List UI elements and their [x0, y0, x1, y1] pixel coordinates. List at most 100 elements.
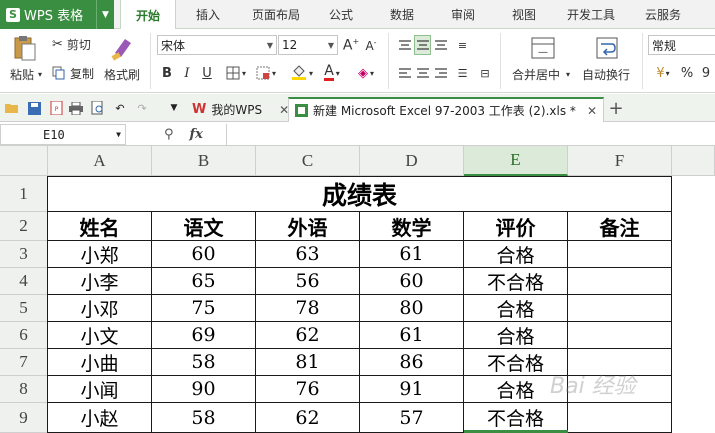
- format-painter-label[interactable]: 格式刷: [104, 66, 140, 83]
- data-cell[interactable]: [568, 268, 672, 295]
- save-icon[interactable]: [26, 100, 42, 116]
- data-cell[interactable]: 小曲: [48, 349, 152, 376]
- row-header-5[interactable]: 5: [0, 295, 48, 322]
- data-cell[interactable]: 86: [360, 349, 464, 376]
- paste-button[interactable]: [6, 33, 44, 63]
- menu-tab-5[interactable]: 审阅: [435, 0, 491, 29]
- data-cell[interactable]: 69: [152, 322, 256, 349]
- tab-workbook[interactable]: 新建 Microsoft Excel 97-2003 工作表 (2).xls *…: [288, 97, 604, 122]
- wrap-text-label[interactable]: 自动换行: [582, 66, 630, 83]
- menu-tab-3[interactable]: 公式: [313, 0, 369, 29]
- data-cell[interactable]: [568, 241, 672, 268]
- row-header-9[interactable]: 9: [0, 403, 48, 433]
- cell-style-button[interactable]: ▾: [252, 63, 280, 83]
- print-icon[interactable]: [68, 100, 84, 116]
- column-header-b[interactable]: B: [152, 146, 256, 176]
- data-cell[interactable]: 合格: [464, 241, 568, 268]
- paste-label[interactable]: 粘贴: [10, 66, 34, 83]
- new-tab-button[interactable]: +: [608, 98, 624, 119]
- header-cell[interactable]: 评价: [464, 212, 568, 241]
- column-header-overflow[interactable]: [672, 146, 715, 176]
- currency-button[interactable]: ¥ ▾: [650, 63, 676, 83]
- data-cell[interactable]: 61: [360, 322, 464, 349]
- data-cell[interactable]: 不合格: [464, 268, 568, 295]
- orientation-button[interactable]: ≡: [454, 35, 471, 55]
- row-header-1[interactable]: 1: [0, 176, 48, 212]
- row-header-2[interactable]: 2: [0, 212, 48, 241]
- data-cell[interactable]: 58: [152, 403, 256, 433]
- column-header-d[interactable]: D: [360, 146, 464, 176]
- data-cell[interactable]: 62: [256, 322, 360, 349]
- data-cell[interactable]: 57: [360, 403, 464, 433]
- header-cell[interactable]: 备注: [568, 212, 672, 241]
- data-cell[interactable]: 小李: [48, 268, 152, 295]
- data-cell[interactable]: 91: [360, 376, 464, 403]
- menu-tab-0[interactable]: 开始: [120, 0, 176, 30]
- data-cell[interactable]: 小邓: [48, 295, 152, 322]
- header-cell[interactable]: 语文: [152, 212, 256, 241]
- fill-color-button[interactable]: ▾: [288, 63, 316, 83]
- data-cell[interactable]: 81: [256, 349, 360, 376]
- font-color-button[interactable]: A ▾: [318, 63, 346, 83]
- menu-tab-7[interactable]: 开发工具: [556, 0, 626, 29]
- header-cell[interactable]: 外语: [256, 212, 360, 241]
- menu-tab-4[interactable]: 数据: [371, 0, 433, 29]
- data-cell[interactable]: [568, 403, 672, 433]
- thousands-button[interactable]: 9: [698, 63, 714, 83]
- app-menu-button[interactable]: S WPS 表格 ▼: [0, 0, 114, 29]
- data-cell[interactable]: 小赵: [48, 403, 152, 433]
- row-header-7[interactable]: 7: [0, 349, 48, 376]
- border-button[interactable]: ▾: [222, 63, 250, 83]
- underline-button[interactable]: U: [198, 63, 216, 83]
- data-cell[interactable]: 60: [152, 241, 256, 268]
- column-header-c[interactable]: C: [256, 146, 360, 176]
- column-header-e[interactable]: E: [464, 146, 568, 176]
- merge-center-label[interactable]: 合并居中: [512, 66, 560, 83]
- formula-input[interactable]: [226, 124, 715, 145]
- data-cell[interactable]: 65: [152, 268, 256, 295]
- menu-tab-1[interactable]: 插入: [180, 0, 236, 29]
- column-header-a[interactable]: A: [48, 146, 152, 176]
- close-icon[interactable]: ✕: [587, 104, 597, 118]
- tab-my-wps[interactable]: W 我的WPS ✕: [186, 97, 295, 122]
- header-cell[interactable]: 姓名: [48, 212, 152, 241]
- print-preview-icon[interactable]: [90, 100, 106, 116]
- align-center-button[interactable]: [414, 63, 431, 83]
- decrease-font-button[interactable]: A-: [362, 35, 380, 55]
- data-cell[interactable]: 62: [256, 403, 360, 433]
- data-cell[interactable]: [568, 295, 672, 322]
- data-cell[interactable]: 56: [256, 268, 360, 295]
- data-cell[interactable]: 小闻: [48, 376, 152, 403]
- copy-button[interactable]: 复制: [52, 64, 94, 82]
- data-cell[interactable]: 78: [256, 295, 360, 322]
- name-box[interactable]: E10 ▼: [0, 124, 126, 145]
- data-cell[interactable]: 60: [360, 268, 464, 295]
- zoom-formula-icon[interactable]: ⚲: [164, 127, 174, 142]
- align-top-button[interactable]: [396, 35, 413, 55]
- merge-center-button[interactable]: —: [528, 35, 558, 61]
- undo-icon[interactable]: ↶: [112, 100, 128, 116]
- redo-icon[interactable]: ↷: [134, 100, 150, 116]
- chevron-down-icon[interactable]: ▾: [564, 69, 572, 79]
- insert-function-icon[interactable]: fx: [190, 127, 203, 142]
- data-cell[interactable]: 80: [360, 295, 464, 322]
- select-all-corner[interactable]: [0, 146, 48, 176]
- font-size-select[interactable]: 12 ▼: [278, 35, 338, 55]
- format-painter-button[interactable]: [104, 33, 140, 63]
- paste-caret-icon[interactable]: ▾: [36, 69, 44, 79]
- data-cell[interactable]: 58: [152, 349, 256, 376]
- data-cell[interactable]: 61: [360, 241, 464, 268]
- row-header-3[interactable]: 3: [0, 241, 48, 268]
- percent-button[interactable]: %: [679, 63, 695, 83]
- data-cell[interactable]: 小郑: [48, 241, 152, 268]
- header-cell[interactable]: 数学: [360, 212, 464, 241]
- export-pdf-icon[interactable]: P: [48, 100, 64, 116]
- data-cell[interactable]: 合格: [464, 322, 568, 349]
- data-cell[interactable]: 不合格: [464, 403, 568, 433]
- row-header-4[interactable]: 4: [0, 268, 48, 295]
- number-format-select[interactable]: 常规: [648, 35, 715, 55]
- open-folder-icon[interactable]: [4, 100, 20, 116]
- row-header-8[interactable]: 8: [0, 376, 48, 403]
- column-header-f[interactable]: F: [568, 146, 672, 176]
- data-cell[interactable]: 小文: [48, 322, 152, 349]
